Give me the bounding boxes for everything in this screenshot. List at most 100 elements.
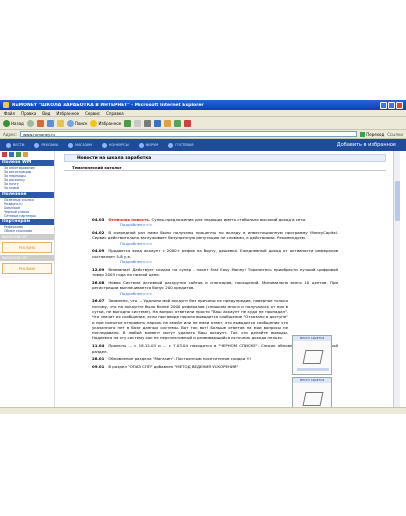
news-item: 04.09 Продается вход аккаунт с 2000+ рефо… xyxy=(92,248,338,264)
home-icon[interactable] xyxy=(2,152,7,157)
news-text: Новая Система активной раскрутки сайтов … xyxy=(92,279,338,291)
media-icon[interactable] xyxy=(184,119,192,127)
contests-icon xyxy=(102,142,108,148)
minimize-button[interactable] xyxy=(380,101,387,109)
vacancy-label: ВАКАНСИИ НЕТ xyxy=(0,255,54,262)
links-button[interactable]: Ссылки xyxy=(387,132,403,137)
news-item: 26.07 Заявлено, что ... Удалили мой аккау… xyxy=(92,298,288,340)
refresh-icon[interactable] xyxy=(46,119,54,127)
more-link[interactable]: Подробнее>>> xyxy=(92,241,338,246)
news-date: 12.09 xyxy=(92,266,105,272)
ad-slot-bar xyxy=(297,368,329,371)
address-bar: Адрес: www.rumoney.ru Переход Ссылки xyxy=(0,130,406,139)
news-text: Обновление раздела "Магазин". Постоянным… xyxy=(108,356,252,362)
shop-icon xyxy=(68,142,74,148)
nav-label: РЕКЛАМА xyxy=(41,143,59,147)
browser-window: RuMONEY "ШКОЛА ЗАРАБОТКА В ИНТЕРНЕТ" - M… xyxy=(0,100,406,414)
map-icon[interactable] xyxy=(16,152,21,157)
nav-item-forum[interactable]: ФОРУМ xyxy=(138,142,158,148)
nav-item-shop[interactable]: МАГАЗИН xyxy=(68,142,93,148)
section-subhead: Тематический каталог xyxy=(64,165,386,171)
news-item: 04.02 В очередной раз нами были получены … xyxy=(92,230,338,246)
ad-banner[interactable]: РЕКЛАМА xyxy=(2,263,52,275)
sidebar: Полезн WM За анкетирование За регистраци… xyxy=(0,151,55,414)
news-item: 26.08 Новая Система активной раскрутки са… xyxy=(92,280,338,296)
nav-label: МАГАЗИН xyxy=(75,143,93,147)
more-link[interactable]: Подробнее>>> xyxy=(92,291,338,296)
messenger-icon[interactable] xyxy=(174,119,182,127)
sidebar-item[interactable]: Сетевые партнеры xyxy=(0,214,54,218)
info-icon[interactable] xyxy=(23,152,28,157)
nav-item-ads[interactable]: РЕКЛАМА xyxy=(34,142,59,148)
forum-icon xyxy=(138,142,144,148)
edit-icon[interactable] xyxy=(154,119,162,127)
mail-icon[interactable] xyxy=(9,152,14,157)
scrollbar[interactable] xyxy=(393,151,400,414)
search-button[interactable]: Поиск xyxy=(66,119,87,127)
home-icon[interactable] xyxy=(56,119,64,127)
sidebar-item[interactable]: Обмен ссылками xyxy=(0,229,54,233)
scrollbar-thumb[interactable] xyxy=(395,181,400,221)
mail-icon[interactable] xyxy=(134,119,142,127)
menu-bar: Файл Правка Вид Избранное Сервис Справка xyxy=(0,110,406,117)
news-date: 26.07 xyxy=(92,298,105,304)
news-date: 26.08 xyxy=(92,279,105,285)
favorites-label: Избранное xyxy=(98,120,122,126)
back-label: Назад xyxy=(11,120,24,126)
nav-item-guestbook[interactable]: ГОСТЕВАЯ xyxy=(168,142,194,148)
title-bar: RuMONEY "ШКОЛА ЗАРАБОТКА В ИНТЕРНЕТ" - M… xyxy=(0,100,406,110)
news-item: 12.09 Внимание! Действует скидка на супер… xyxy=(92,267,338,278)
browser-icon xyxy=(3,102,9,108)
menu-tools[interactable]: Сервис xyxy=(85,111,100,116)
news-date: 11.04 xyxy=(92,343,105,349)
news-text: Внимание! Действует скидка на супер - па… xyxy=(92,266,338,278)
news-text: В очередной раз нами были получены проце… xyxy=(92,230,338,241)
print-icon[interactable] xyxy=(144,119,152,127)
news-date: 04.09 xyxy=(92,248,105,254)
add-favorite-link[interactable]: Добавить в избранное xyxy=(337,142,396,148)
forward-arrow-icon[interactable] xyxy=(26,119,34,127)
news-text: Продается вход аккаунт с 2000+ рефов на … xyxy=(92,248,338,259)
nav-label: КОНКУРСЫ xyxy=(109,143,129,147)
box-icon xyxy=(302,392,324,406)
nav-label: ВЕСТИ xyxy=(13,143,25,147)
back-arrow-icon xyxy=(3,119,10,127)
menu-help[interactable]: Справка xyxy=(106,111,124,116)
ad-slot-label: МЕСТО СДАЕТСЯ xyxy=(293,336,331,341)
go-label: Переход xyxy=(366,131,385,137)
maximize-button[interactable] xyxy=(388,101,395,109)
site-nav: ВЕСТИ РЕКЛАМА МАГАЗИН КОНКУРСЫ ФОРУМ ГОС… xyxy=(0,139,406,151)
menu-favorites[interactable]: Избранное xyxy=(56,111,79,116)
menu-view[interactable]: Вид xyxy=(42,111,50,116)
address-input[interactable]: www.rumoney.ru xyxy=(20,131,358,137)
more-link[interactable]: Подробнее>>> xyxy=(92,259,338,264)
news-text: Супер-предложение для знающих иметь стаб… xyxy=(151,217,307,222)
ads-icon xyxy=(34,142,40,148)
news-icon xyxy=(6,142,11,148)
vacancy-label: ВАКАНСИИ НЕТ xyxy=(0,234,54,241)
stop-icon[interactable] xyxy=(36,119,44,127)
search-icon xyxy=(66,119,74,127)
news-date: 04.02 xyxy=(92,230,105,236)
go-button[interactable]: Переход xyxy=(360,131,385,137)
history-icon[interactable] xyxy=(124,119,132,127)
favorites-button[interactable]: Избранное xyxy=(90,119,122,127)
news-date: 28.01 xyxy=(92,356,105,362)
sidebar-item[interactable]: За клики xyxy=(0,186,54,190)
news-highlight: Отличная новость. xyxy=(108,217,151,222)
main-area: Новости на шкала заработка Тематический … xyxy=(60,151,406,414)
back-button[interactable]: Назад xyxy=(3,119,24,127)
news-date: 04.03 xyxy=(92,217,105,222)
more-link[interactable]: Подробнее>>> xyxy=(92,222,338,227)
menu-file[interactable]: Файл xyxy=(4,111,15,116)
menu-edit[interactable]: Правка xyxy=(21,111,36,116)
nav-item-contests[interactable]: КОНКУРСЫ xyxy=(102,142,129,148)
window-title: RuMONEY "ШКОЛА ЗАРАБОТКА В ИНТЕРНЕТ" - M… xyxy=(12,102,204,108)
nav-item-news[interactable]: ВЕСТИ xyxy=(6,142,25,148)
address-label: Адрес: xyxy=(3,131,18,137)
toolbar: Назад Поиск Избранное xyxy=(0,117,406,130)
folder-icon[interactable] xyxy=(164,119,172,127)
close-button[interactable] xyxy=(396,101,403,109)
ad-banner[interactable]: РЕКЛАМА xyxy=(2,242,52,254)
ad-slot[interactable]: МЕСТО СДАЕТСЯ xyxy=(292,335,332,375)
